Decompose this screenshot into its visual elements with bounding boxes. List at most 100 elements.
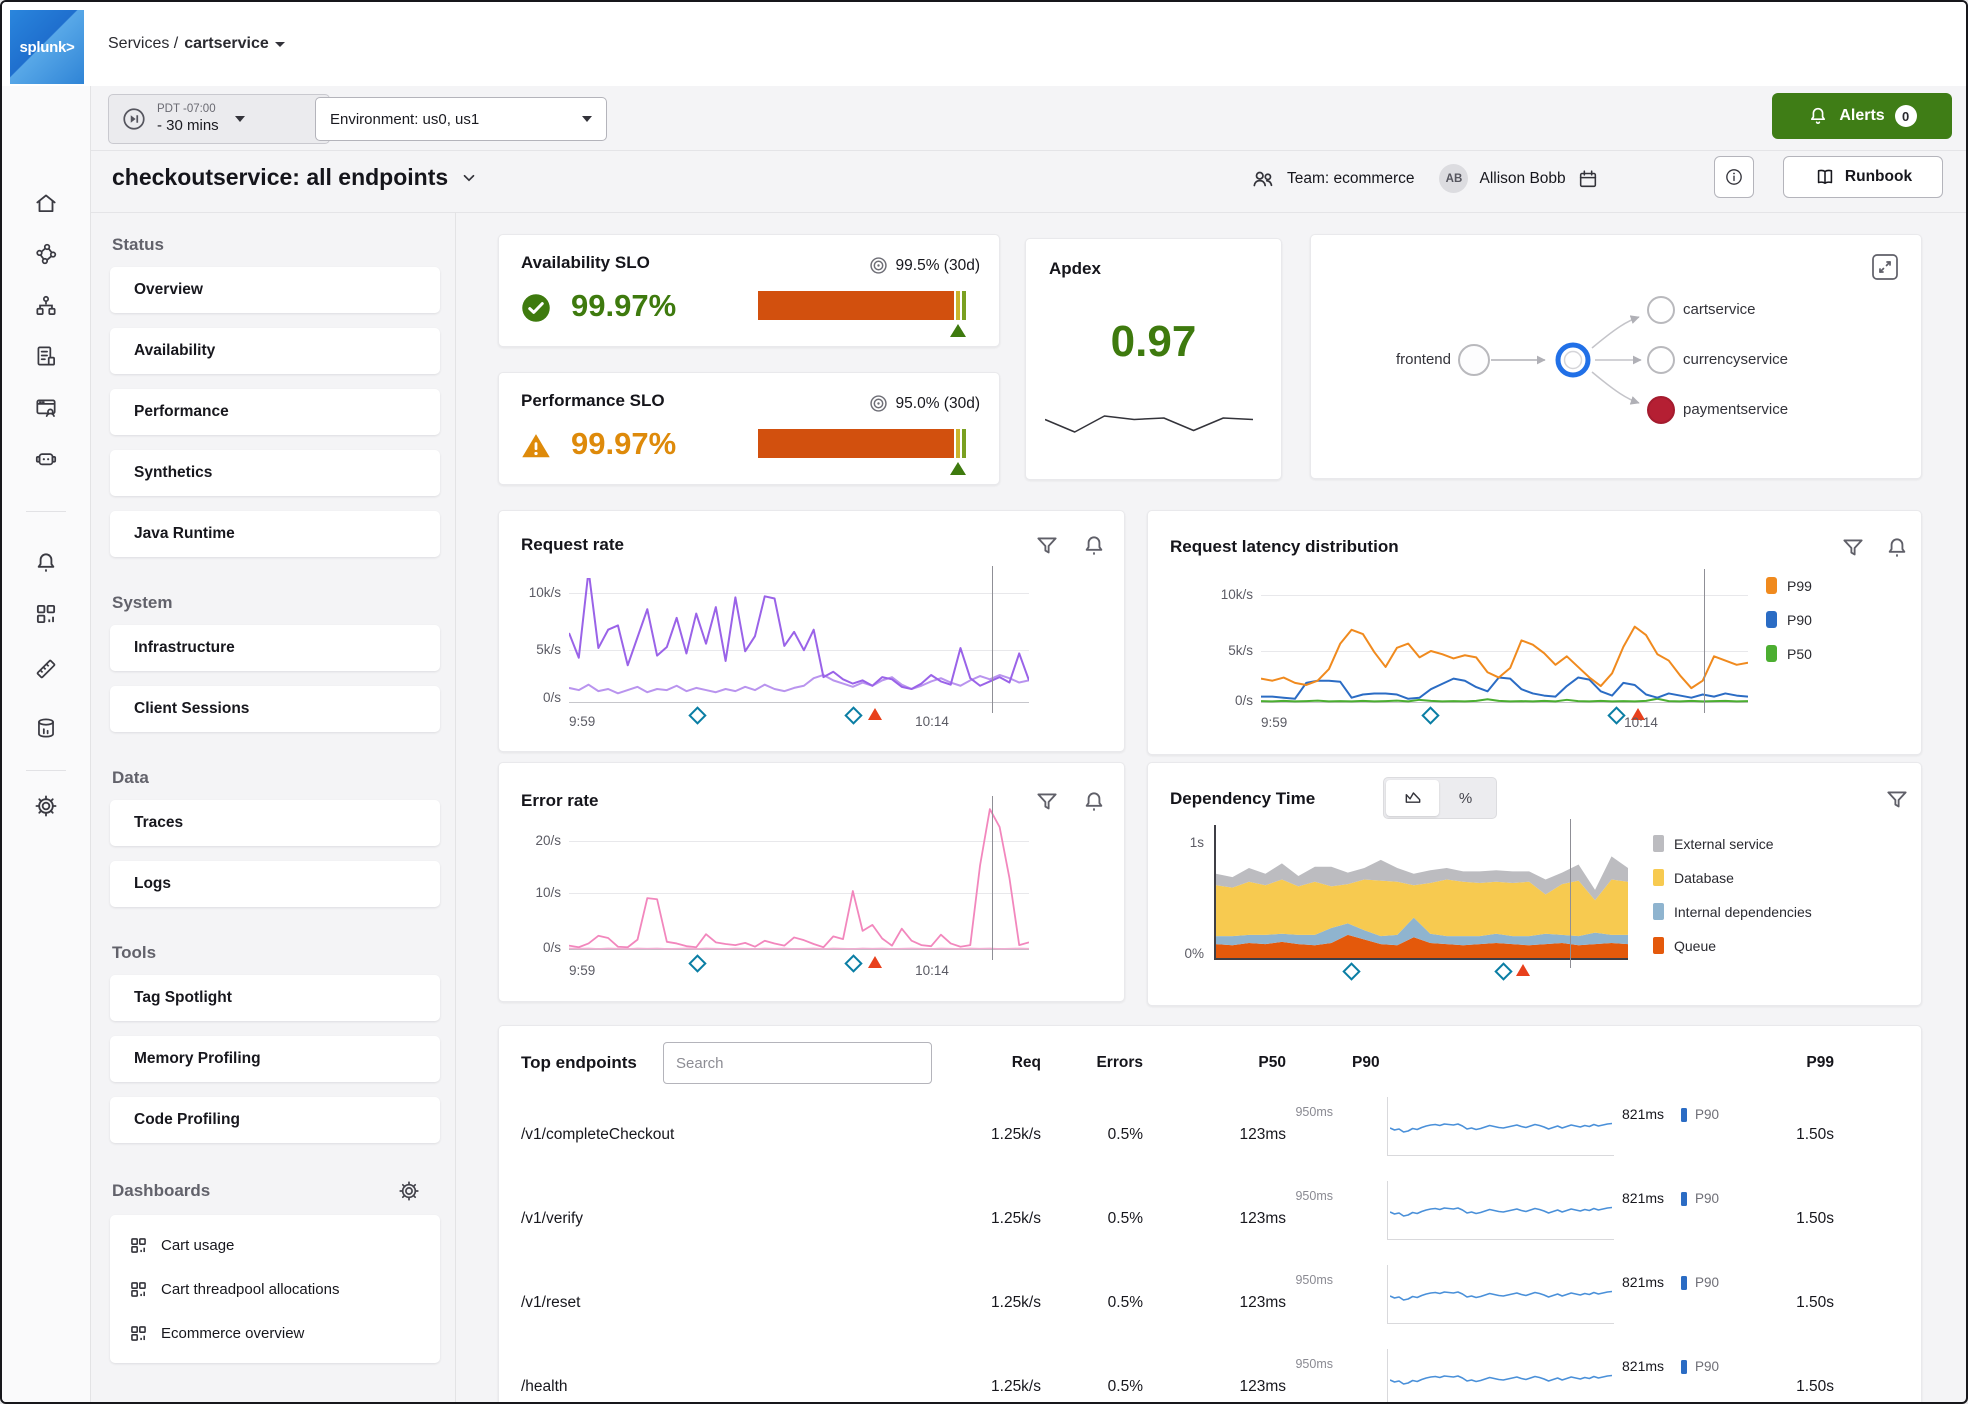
- time-picker[interactable]: PDT -07:00 - 30 mins: [108, 94, 330, 144]
- node-cartservice[interactable]: [1647, 296, 1675, 324]
- node-frontend[interactable]: [1458, 344, 1490, 376]
- sidebar-item-synthetics[interactable]: Synthetics: [110, 450, 440, 496]
- filter-icon[interactable]: [1884, 787, 1910, 813]
- p90-sparkline[interactable]: [1387, 1265, 1614, 1324]
- event-marker-diamond[interactable]: [688, 954, 707, 973]
- sidebar-item-tag-spotlight[interactable]: Tag Spotlight: [110, 975, 440, 1021]
- sidebar-item-java-runtime[interactable]: Java Runtime: [110, 511, 440, 557]
- settings-gear-icon[interactable]: [33, 793, 59, 819]
- endpoint-cell[interactable]: /health: [521, 1378, 568, 1396]
- event-marker-diamond[interactable]: [1421, 706, 1441, 725]
- latency-plot[interactable]: [1261, 569, 1748, 713]
- apm-icon[interactable]: [33, 241, 59, 267]
- toggle-percent-view[interactable]: %: [1439, 780, 1492, 816]
- sidebar-item-memory-profiling[interactable]: Memory Profiling: [110, 1036, 440, 1082]
- p90-sparkline[interactable]: [1387, 1349, 1614, 1402]
- sidebar-item-code-profiling[interactable]: Code Profiling: [110, 1097, 440, 1143]
- column-header-p50[interactable]: P50: [1206, 1054, 1286, 1072]
- legend-item-p90[interactable]: P90: [1766, 611, 1812, 628]
- infrastructure-icon[interactable]: [33, 293, 59, 319]
- log-observer-icon[interactable]: [33, 343, 59, 369]
- dashboard-item-label: Cart usage: [161, 1236, 235, 1254]
- event-marker-triangle[interactable]: [867, 956, 882, 968]
- legend-item-external[interactable]: External service: [1653, 835, 1774, 852]
- p90-value: 821ms: [1622, 1190, 1665, 1206]
- legend-item-internal[interactable]: Internal dependencies: [1653, 903, 1812, 920]
- calendar-icon[interactable]: [1577, 168, 1599, 190]
- avatar[interactable]: AB: [1439, 164, 1469, 193]
- home-icon[interactable]: [33, 190, 59, 216]
- event-marker-diamond[interactable]: [844, 706, 863, 725]
- p90-sparkline[interactable]: [1387, 1097, 1614, 1156]
- legend-item-database[interactable]: Database: [1653, 869, 1734, 886]
- dashboards-gear-icon[interactable]: [397, 1179, 421, 1203]
- event-marker-diamond[interactable]: [1342, 962, 1361, 981]
- service-title-dropdown[interactable]: checkoutservice: all endpoints: [112, 164, 478, 191]
- request-rate-plot[interactable]: [569, 566, 1029, 713]
- data-management-icon[interactable]: [33, 715, 59, 741]
- column-header-p99[interactable]: P99: [1754, 1054, 1834, 1072]
- table-row[interactable]: /health 1.25k/s 0.5% 123ms 950ms 821ms P…: [499, 1345, 1923, 1402]
- legend-item-p50[interactable]: P50: [1766, 645, 1812, 662]
- legend-item-queue[interactable]: Queue: [1653, 937, 1716, 954]
- column-header-errors[interactable]: Errors: [1063, 1054, 1143, 1072]
- table-row[interactable]: /v1/reset 1.25k/s 0.5% 123ms 950ms 821ms…: [499, 1261, 1923, 1345]
- team-badge[interactable]: Team: ecommerce AB Allison Bobb: [1250, 164, 1599, 193]
- detectors-bell-icon[interactable]: [33, 550, 59, 576]
- filter-icon[interactable]: [1840, 535, 1866, 561]
- node-checkoutservice-selected[interactable]: [1555, 342, 1591, 378]
- event-marker-diamond[interactable]: [688, 706, 707, 725]
- sidebar-item-logs[interactable]: Logs: [110, 861, 440, 907]
- errors-cell: 0.5%: [1107, 1210, 1143, 1227]
- sidebar-item-performance[interactable]: Performance: [110, 389, 440, 435]
- dependency-plot[interactable]: [1214, 819, 1628, 968]
- event-marker-diamond[interactable]: [1494, 962, 1514, 981]
- sidebar-item-client-sessions[interactable]: Client Sessions: [110, 686, 440, 732]
- sidebar-item-infrastructure[interactable]: Infrastructure: [110, 625, 440, 671]
- event-marker-triangle[interactable]: [1515, 964, 1530, 976]
- p90-tag: P90: [1695, 1107, 1720, 1122]
- filter-icon[interactable]: [1034, 789, 1060, 815]
- bell-icon[interactable]: [1081, 789, 1107, 815]
- y-tick: 20/s: [535, 833, 561, 848]
- table-row[interactable]: /v1/completeCheckout 1.25k/s 0.5% 123ms …: [499, 1093, 1923, 1177]
- rum-icon[interactable]: [33, 395, 59, 421]
- sidebar-item-overview[interactable]: Overview: [110, 267, 440, 313]
- dashboard-item-cart-threadpool[interactable]: Cart threadpool allocations: [110, 1267, 440, 1311]
- endpoint-cell[interactable]: /v1/verify: [521, 1210, 583, 1228]
- sidebar-item-traces[interactable]: Traces: [110, 800, 440, 846]
- runbook-button[interactable]: Runbook: [1783, 156, 1943, 198]
- dashboard-item-cart-usage[interactable]: Cart usage: [110, 1223, 440, 1267]
- metrics-ruler-icon[interactable]: [33, 656, 59, 682]
- column-header-p90[interactable]: P90: [1352, 1054, 1380, 1072]
- alerts-button[interactable]: Alerts 0: [1772, 93, 1952, 139]
- table-row[interactable]: /v1/verify 1.25k/s 0.5% 123ms 950ms 821m…: [499, 1177, 1923, 1261]
- environment-select[interactable]: Environment: us0, us1: [315, 97, 607, 141]
- legend-chip: [1653, 937, 1664, 954]
- node-currencyservice[interactable]: [1647, 346, 1675, 374]
- p90-sparkline[interactable]: [1387, 1181, 1614, 1240]
- dashboards-icon[interactable]: [33, 601, 59, 627]
- p90-tag: P90: [1695, 1275, 1720, 1290]
- filter-icon[interactable]: [1034, 533, 1060, 559]
- endpoint-cell[interactable]: /v1/completeCheckout: [521, 1126, 674, 1144]
- synthetics-icon[interactable]: [33, 446, 59, 472]
- dashboard-item-ecommerce-overview[interactable]: Ecommerce overview: [110, 1311, 440, 1355]
- event-marker-triangle[interactable]: [867, 708, 882, 720]
- column-header-req[interactable]: Req: [961, 1054, 1041, 1072]
- node-paymentservice[interactable]: [1647, 396, 1675, 424]
- event-marker-diamond[interactable]: [844, 954, 863, 973]
- legend-item-p99[interactable]: P99: [1766, 577, 1812, 594]
- search-input[interactable]: [663, 1042, 932, 1084]
- performance-slo-bar: [758, 429, 966, 458]
- toggle-time-view[interactable]: [1386, 780, 1439, 816]
- bell-icon[interactable]: [1884, 535, 1910, 561]
- endpoint-cell[interactable]: /v1/reset: [521, 1294, 580, 1312]
- p90-value: 821ms: [1622, 1274, 1665, 1290]
- splunk-logo[interactable]: splunk>: [10, 10, 84, 84]
- breadcrumb[interactable]: Services / cartservice: [108, 2, 285, 86]
- bell-icon[interactable]: [1081, 533, 1107, 559]
- error-rate-plot[interactable]: [569, 796, 1029, 960]
- sidebar-item-availability[interactable]: Availability: [110, 328, 440, 374]
- info-button[interactable]: [1714, 156, 1754, 198]
